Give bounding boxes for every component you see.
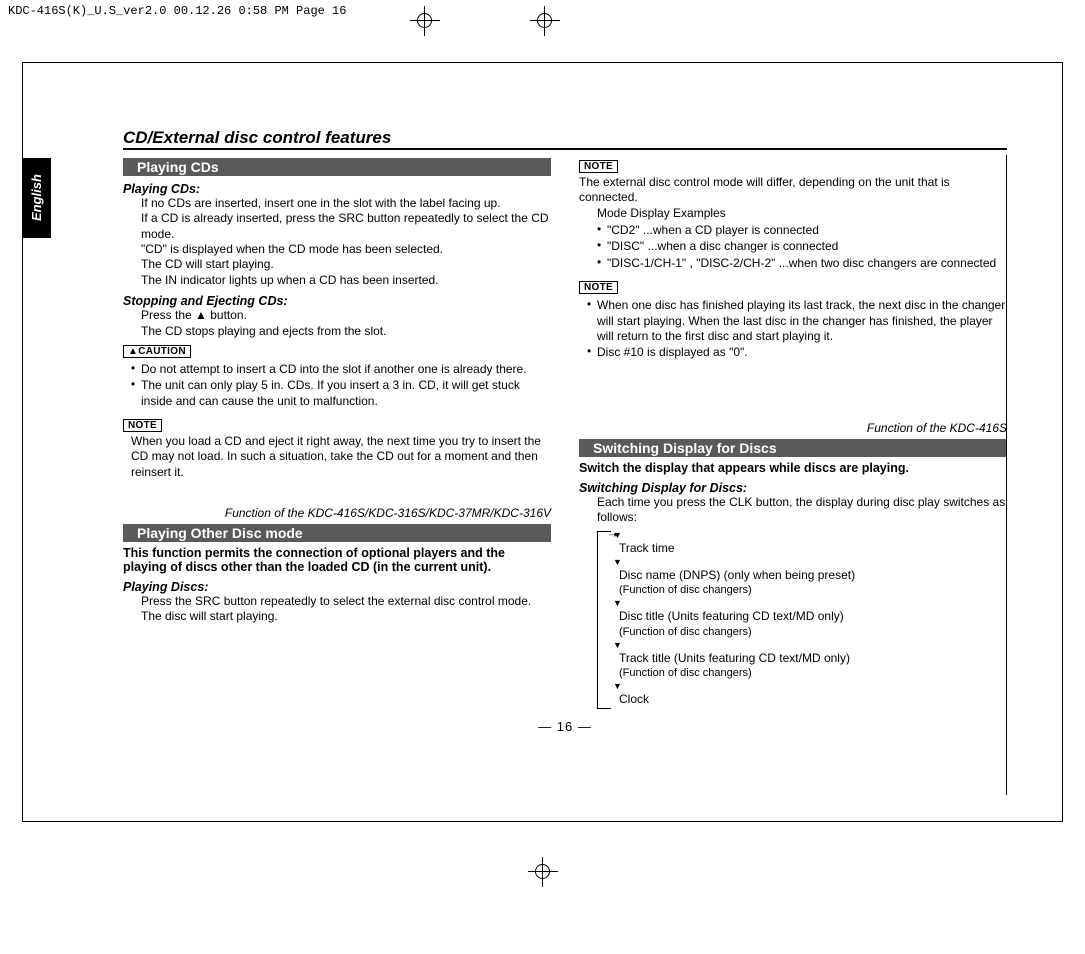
body-text: The disc will start playing. — [141, 609, 551, 624]
flow-item: Disc name (DNPS) (only when being preset… — [619, 568, 1007, 598]
down-arrow-icon: ▼ — [613, 682, 1007, 691]
flow-item: Disc title (Units featuring CD text/MD o… — [619, 609, 1007, 639]
list-item: "DISC-1/CH-1" , "DISC-2/CH-2" ...when tw… — [597, 256, 1007, 271]
list-item: Disc #10 is displayed as "0". — [587, 345, 1007, 360]
note-label: NOTE — [579, 281, 618, 294]
flow-loop-rail: ➝ — [597, 531, 611, 709]
flow-item: Track title (Units featuring CD text/MD … — [619, 651, 1007, 681]
body-text: "CD" is displayed when the CD mode has b… — [141, 242, 551, 257]
display-flow: ➝ ▼ Track time ▼ Disc name (DNPS) (only … — [597, 531, 1007, 709]
body-text: Press the SRC button repeatedly to selec… — [141, 594, 551, 609]
function-models: Function of the KDC-416S — [579, 421, 1007, 435]
arrow-icon: ➝ — [609, 531, 617, 541]
body-text: Press the ▲ button. — [141, 308, 551, 323]
registration-marks-bottom — [528, 857, 558, 887]
right-column: NOTE The external disc control mode will… — [579, 154, 1007, 709]
note-label: NOTE — [579, 160, 618, 173]
section-heading-playing-cds: Playing CDs — [123, 158, 551, 176]
list-item: "DISC" ...when a disc changer is connect… — [597, 239, 1007, 254]
down-arrow-icon: ▼ — [613, 531, 1007, 540]
down-arrow-icon: ▼ — [613, 599, 1007, 608]
flow-item: Clock — [619, 692, 1007, 706]
left-column: Playing CDs Playing CDs: If no CDs are i… — [123, 154, 551, 709]
subhead-playing-discs: Playing Discs: — [123, 580, 551, 594]
flow-item: Track time — [619, 541, 1007, 555]
flow-sub: (Function of disc changers) — [619, 584, 752, 596]
lead-text: Switch the display that appears while di… — [579, 461, 1007, 475]
body-text: The CD will start playing. — [141, 257, 551, 272]
down-arrow-icon: ▼ — [613, 558, 1007, 567]
function-models: Function of the KDC-416S/KDC-316S/KDC-37… — [123, 506, 551, 520]
flow-main: Track time — [619, 541, 675, 555]
page-number: — 16 — — [123, 719, 1007, 734]
language-tab: English — [23, 158, 51, 238]
section-heading-switch-display: Switching Display for Discs — [579, 439, 1007, 457]
caution-list: Do not attempt to insert a CD into the s… — [131, 362, 551, 409]
section-heading-other-disc: Playing Other Disc mode — [123, 524, 551, 542]
note-label: NOTE — [123, 419, 162, 432]
body-text: Mode Display Examples — [597, 206, 1007, 221]
header-stamp: KDC-416S(K)_U.S_ver2.0 00.12.26 0:58 PM … — [8, 4, 346, 18]
body-text: The external disc control mode will diff… — [579, 175, 1007, 206]
right-margin-rule — [1006, 155, 1007, 795]
registration-mark-icon — [530, 6, 560, 36]
flow-main: Clock — [619, 692, 649, 706]
body-text: If a CD is already inserted, press the S… — [141, 211, 551, 242]
list-item: When one disc has finished playing its l… — [587, 298, 1007, 344]
flow-main: Track title (Units featuring CD text/MD … — [619, 651, 850, 665]
body-text: If no CDs are inserted, insert one in th… — [141, 196, 551, 211]
page-frame: English CD/External disc control feature… — [22, 62, 1063, 822]
list-item: The unit can only play 5 in. CDs. If you… — [131, 378, 551, 409]
flow-main: Disc title (Units featuring CD text/MD o… — [619, 609, 844, 623]
body-text: Each time you press the CLK button, the … — [597, 495, 1007, 526]
lead-text: This function permits the connection of … — [123, 546, 551, 574]
flow-sub: (Function of disc changers) — [619, 626, 752, 638]
page-title: CD/External disc control features — [123, 128, 1007, 150]
body-text: The IN indicator lights up when a CD has… — [141, 273, 551, 288]
down-arrow-icon: ▼ — [613, 641, 1007, 650]
subhead-switch-display: Switching Display for Discs: — [579, 481, 1007, 495]
registration-mark-icon — [528, 857, 558, 887]
registration-marks-top — [410, 6, 560, 36]
caution-label: ▲CAUTION — [123, 345, 191, 358]
subhead-playing-cds: Playing CDs: — [123, 182, 551, 196]
content-area: CD/External disc control features Playin… — [123, 128, 1007, 791]
registration-mark-icon — [410, 6, 440, 36]
flow-sub: (Function of disc changers) — [619, 667, 752, 679]
subhead-stop-eject: Stopping and Ejecting CDs: — [123, 294, 551, 308]
list-item: Do not attempt to insert a CD into the s… — [131, 362, 551, 377]
body-text: When you load a CD and eject it right aw… — [131, 434, 551, 480]
note-list: When one disc has finished playing its l… — [587, 298, 1007, 360]
body-text: The CD stops playing and ejects from the… — [141, 324, 551, 339]
mode-examples-list: "CD2" ...when a CD player is connected "… — [597, 223, 1007, 271]
flow-list: ▼ Track time ▼ Disc name (DNPS) (only wh… — [619, 531, 1007, 709]
flow-main: Disc name (DNPS) (only when being preset… — [619, 568, 855, 582]
list-item: "CD2" ...when a CD player is connected — [597, 223, 1007, 238]
